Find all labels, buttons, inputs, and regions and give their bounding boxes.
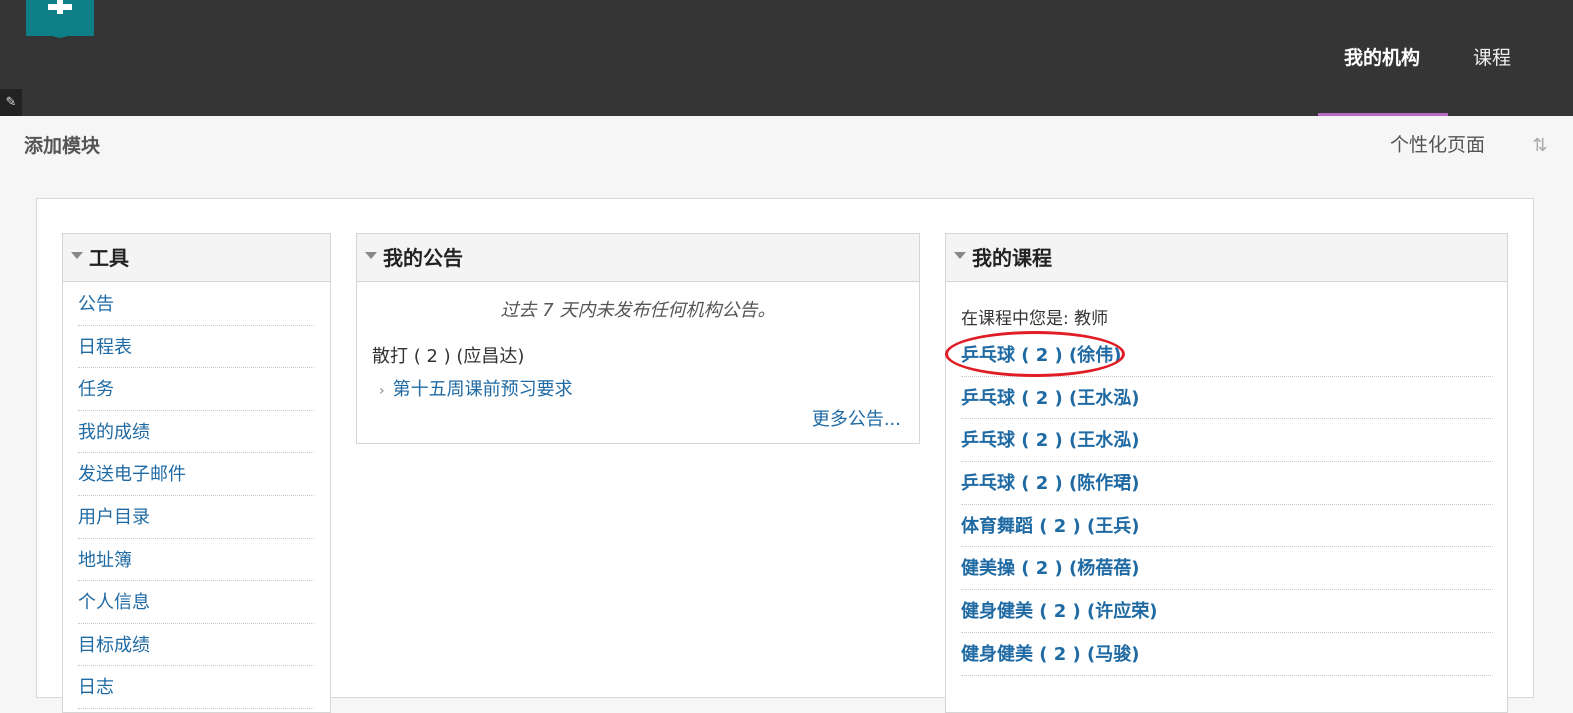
tool-link-address-book[interactable]: 地址簿 <box>78 539 314 582</box>
course-list: 乒乓球 ( 2 ) (徐伟) 乒乓球 ( 2 ) (王水泓) 乒乓球 ( 2 )… <box>961 334 1493 676</box>
tool-link-journal[interactable]: 日志 <box>78 666 314 709</box>
announcement-item[interactable]: › 第十五周课前预习要求 <box>379 375 573 401</box>
course-link[interactable]: 体育舞蹈 ( 2 ) (王兵) <box>961 505 1493 548</box>
tab-courses[interactable]: 课程 <box>1460 40 1524 76</box>
collapse-arrow-icon[interactable] <box>71 252 83 259</box>
logo-ribbon <box>26 30 94 38</box>
collapse-arrow-icon[interactable] <box>365 252 377 259</box>
courses-panel: 我的课程 在课程中您是: 教师 乒乓球 ( 2 ) (徐伟) 乒乓球 ( 2 )… <box>945 233 1508 713</box>
course-link[interactable]: 乒乓球 ( 2 ) (王水泓) <box>961 419 1493 463</box>
tool-link-announcements[interactable]: 公告 <box>78 283 314 326</box>
panel-title: 我的课程 <box>972 246 1052 270</box>
tools-panel-header[interactable]: 工具 <box>63 234 330 282</box>
tool-link-goal-grades[interactable]: 目标成绩 <box>78 624 314 667</box>
no-announcements-text: 过去 7 天内未发布任何机构公告。 <box>500 300 776 321</box>
tool-link-my-grades[interactable]: 我的成绩 <box>78 411 314 454</box>
chevron-right-icon: › <box>379 383 385 399</box>
tab-my-institution[interactable]: 我的机构 <box>1330 40 1434 76</box>
course-link[interactable]: 健身健美 ( 2 ) (马骏) <box>961 633 1493 676</box>
announcement-title[interactable]: 第十五周课前预习要求 <box>393 379 573 400</box>
course-link[interactable]: 乒乓球 ( 2 ) (徐伟) <box>961 334 1493 377</box>
course-link[interactable]: 乒乓球 ( 2 ) (王水泓) <box>961 377 1493 420</box>
panel-title: 工具 <box>89 246 129 270</box>
more-announcements-link[interactable]: 更多公告... <box>812 405 901 431</box>
active-tab-indicator <box>1318 113 1448 116</box>
announcement-course-name: 散打 ( 2 ) (应昌达) <box>372 346 525 367</box>
personalize-page-button[interactable]: 个性化页面 <box>1390 131 1485 159</box>
courses-panel-header[interactable]: 我的课程 <box>946 234 1507 282</box>
tools-panel: 工具 公告 日程表 任务 我的成绩 发送电子邮件 用户目录 地址簿 个人信息 目… <box>62 233 331 713</box>
plus-icon <box>48 0 72 14</box>
course-link[interactable]: 健美操 ( 2 ) (杨蓓蓓) <box>961 547 1493 591</box>
panel-title: 我的公告 <box>383 246 463 270</box>
tool-link-personal-info[interactable]: 个人信息 <box>78 581 314 624</box>
edit-mode-icon[interactable]: ✎ <box>0 89 22 116</box>
announcements-panel-header[interactable]: 我的公告 <box>357 234 919 282</box>
tool-link-user-directory[interactable]: 用户目录 <box>78 496 314 539</box>
announcements-panel: 我的公告 过去 7 天内未发布任何机构公告。 散打 ( 2 ) (应昌达) › 第… <box>356 233 920 444</box>
top-header: ✎ 我的机构 课程 <box>0 0 1573 116</box>
course-link[interactable]: 健身健美 ( 2 ) (许应荣) <box>961 590 1493 633</box>
content-frame: 工具 公告 日程表 任务 我的成绩 发送电子邮件 用户目录 地址簿 个人信息 目… <box>36 198 1534 713</box>
tool-link-send-email[interactable]: 发送电子邮件 <box>78 453 314 496</box>
add-module-button[interactable]: 添加模块 <box>24 132 100 160</box>
course-role-label: 在课程中您是: 教师 <box>961 309 1109 329</box>
course-link[interactable]: 乒乓球 ( 2 ) (陈作珺) <box>961 462 1493 505</box>
collapse-arrow-icon[interactable] <box>954 252 966 259</box>
tools-list: 公告 日程表 任务 我的成绩 发送电子邮件 用户目录 地址簿 个人信息 目标成绩… <box>78 283 314 709</box>
tool-link-tasks[interactable]: 任务 <box>78 368 314 411</box>
reorder-icon[interactable]: ⇅ <box>1530 134 1550 158</box>
tool-link-calendar[interactable]: 日程表 <box>78 326 314 369</box>
